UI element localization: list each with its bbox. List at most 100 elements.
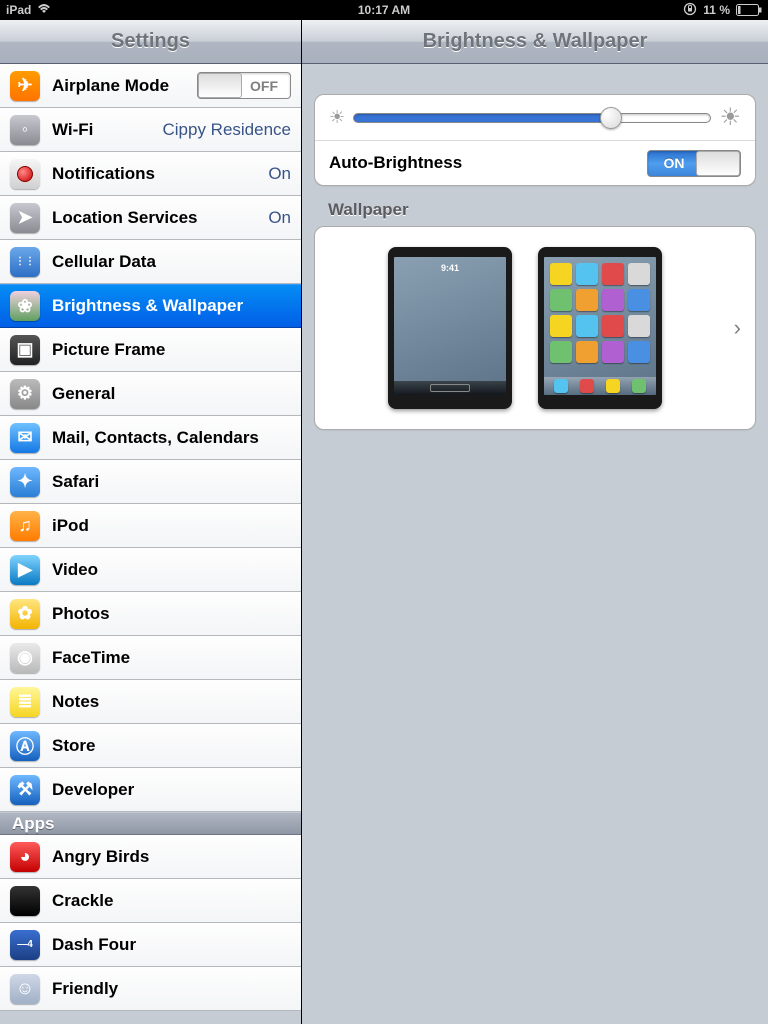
home-preview-app-icon — [576, 263, 598, 285]
sidebar-item-developer[interactable]: ⚒ Developer — [0, 768, 301, 812]
airplane-mode-toggle[interactable]: OFF — [197, 72, 291, 99]
sidebar-item-label: Brightness & Wallpaper — [52, 296, 291, 316]
dev-icon: ⚒ — [10, 775, 40, 805]
home-preview-app-icon — [602, 289, 624, 311]
sidebar-item-label: Notes — [52, 692, 291, 712]
sidebar-item-photos[interactable]: ✿ Photos — [0, 592, 301, 636]
sidebar-item-label: Cellular Data — [52, 252, 291, 272]
sidebar-item-value: On — [268, 164, 291, 184]
auto-brightness-label: Auto-Brightness — [329, 153, 647, 173]
airplane-icon: ✈ — [10, 71, 40, 101]
sidebar-title: Settings — [0, 20, 301, 64]
chevron-right-icon: › — [734, 315, 741, 341]
wifi-icon — [37, 3, 51, 17]
ipod-icon: ♫ — [10, 511, 40, 541]
sidebar-item-label: Wi-Fi — [52, 120, 162, 140]
brightness-high-icon: ☀ — [719, 103, 741, 132]
sidebar-item-label: Location Services — [52, 208, 268, 228]
sidebar-item-safari[interactable]: ✦Safari — [0, 460, 301, 504]
ab-icon: ◕ — [10, 842, 40, 872]
sidebar-item-notes[interactable]: ≣ Notes — [0, 680, 301, 724]
sidebar-item-label: Dash Four — [52, 935, 291, 955]
dock-app-icon — [580, 379, 594, 393]
sidebar-item-picture-frame[interactable]: ▣Picture Frame — [0, 328, 301, 372]
sidebar-item-notifications[interactable]: NotificationsOn — [0, 152, 301, 196]
dock-app-icon — [606, 379, 620, 393]
home-preview-app-icon — [550, 263, 572, 285]
sidebar-item-label: Mail, Contacts, Calendars — [52, 428, 291, 448]
sidebar-item-label: Airplane Mode — [52, 76, 197, 96]
sidebar-item-video[interactable]: ▶Video — [0, 548, 301, 592]
sidebar-item-crackle[interactable]: Crackle — [0, 879, 301, 923]
sidebar-item-mail-contacts-calendars[interactable]: ✉ Mail, Contacts, Calendars — [0, 416, 301, 460]
store-icon: Ⓐ — [10, 731, 40, 761]
sidebar-item-wi-fi[interactable]: ◦Wi-FiCippy Residence — [0, 108, 301, 152]
wallpaper-section-label: Wallpaper — [328, 200, 756, 220]
sidebar-item-label: Friendly — [52, 979, 291, 999]
crackle-icon — [10, 886, 40, 916]
device-label: iPad — [6, 3, 31, 17]
detail-title: Brightness & Wallpaper — [302, 20, 768, 64]
ft-icon: ◉ — [10, 643, 40, 673]
wifi-icon: ◦ — [10, 115, 40, 145]
home-preview-app-icon — [576, 289, 598, 311]
home-screen-preview — [538, 247, 662, 409]
home-preview-dock — [544, 377, 656, 395]
home-preview-app-icon — [628, 289, 650, 311]
mail-icon: ✉ — [10, 423, 40, 453]
settings-list[interactable]: ✈Airplane ModeOFF◦Wi-FiCippy ResidenceNo… — [0, 64, 301, 1024]
auto-brightness-row: Auto-Brightness ON — [315, 141, 755, 185]
home-preview-app-icon — [628, 315, 650, 337]
home-preview-app-icon — [576, 341, 598, 363]
toggle-knob — [696, 151, 740, 176]
home-preview-app-icon — [602, 263, 624, 285]
sidebar-item-brightness-wallpaper[interactable]: ❀Brightness & Wallpaper — [0, 284, 301, 328]
sidebar-item-ipod[interactable]: ♫ iPod — [0, 504, 301, 548]
sidebar-item-friendly[interactable]: ☺ Friendly — [0, 967, 301, 1011]
brightness-low-icon: ☀ — [329, 107, 345, 128]
sidebar-item-airplane-mode[interactable]: ✈ Airplane ModeOFF — [0, 64, 301, 108]
sidebar-item-label: FaceTime — [52, 648, 291, 668]
notif-icon — [10, 159, 40, 189]
status-time: 10:17 AM — [358, 3, 410, 17]
sidebar-item-label: Photos — [52, 604, 291, 624]
sidebar-item-label: Safari — [52, 472, 291, 492]
sidebar-item-dash-four[interactable]: —4 Dash Four — [0, 923, 301, 967]
friendly-icon: ☺ — [10, 974, 40, 1004]
gen-icon: ⚙ — [10, 379, 40, 409]
home-preview-app-icon — [602, 315, 624, 337]
sidebar-item-store[interactable]: ⒶStore — [0, 724, 301, 768]
auto-brightness-toggle[interactable]: ON — [647, 150, 741, 177]
pframe-icon: ▣ — [10, 335, 40, 365]
home-preview-app-icon — [628, 263, 650, 285]
notes-icon: ≣ — [10, 687, 40, 717]
sidebar-item-label: Crackle — [52, 891, 291, 911]
home-preview-app-icon — [576, 315, 598, 337]
sidebar-item-general[interactable]: ⚙General — [0, 372, 301, 416]
sidebar-item-label: Developer — [52, 780, 291, 800]
home-preview-app-icon — [602, 341, 624, 363]
sidebar-item-label: Notifications — [52, 164, 268, 184]
battery-pct: 11 % — [703, 3, 730, 17]
photos-icon: ✿ — [10, 599, 40, 629]
wallpaper-chooser[interactable]: 9:41 › — [315, 227, 755, 429]
sidebar-item-label: Angry Birds — [52, 847, 291, 867]
dash-icon: —4 — [10, 930, 40, 960]
sidebar-item-location-services[interactable]: ➤Location ServicesOn — [0, 196, 301, 240]
home-preview-app-icon — [550, 315, 572, 337]
settings-sidebar: Settings ✈Airplane ModeOFF◦Wi-FiCippy Re… — [0, 20, 302, 1024]
home-preview-app-icon — [550, 341, 572, 363]
brightness-slider-thumb[interactable] — [600, 107, 622, 129]
wallpaper-group: 9:41 › — [314, 226, 756, 430]
sidebar-item-facetime[interactable]: ◉ FaceTime — [0, 636, 301, 680]
orientation-lock-icon — [683, 2, 697, 19]
dock-app-icon — [554, 379, 568, 393]
brightness-slider[interactable] — [353, 113, 711, 123]
sidebar-item-cellular-data[interactable]: ⋮⋮Cellular Data — [0, 240, 301, 284]
brightness-group: ☀ ☀ Auto-Brightness ON — [314, 94, 756, 186]
brightness-slider-row: ☀ ☀ — [315, 95, 755, 141]
sidebar-item-angry-birds[interactable]: ◕ Angry Birds — [0, 835, 301, 879]
sidebar-item-label: iPod — [52, 516, 291, 536]
home-preview-app-icon — [628, 341, 650, 363]
loc-icon: ➤ — [10, 203, 40, 233]
